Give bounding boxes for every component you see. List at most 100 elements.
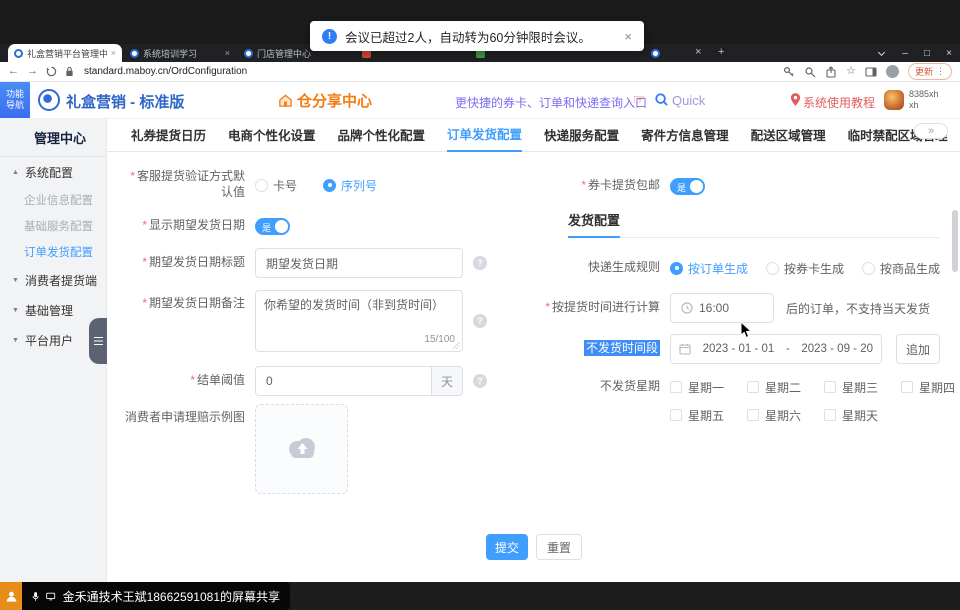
radio-icon[interactable] <box>255 179 268 192</box>
checkbox-thursday[interactable]: 星期四 <box>901 379 960 396</box>
tab-delivery-region-management[interactable]: 配送区域管理 <box>751 118 826 152</box>
browser-tab[interactable] <box>645 44 693 62</box>
browser-tab[interactable]: 系统培训学习 × <box>124 44 236 62</box>
tab-order-shipping-config[interactable]: 订单发货配置 <box>447 118 522 152</box>
urlbar-actions: ☆ 更新 ⋮ <box>783 63 952 80</box>
help-icon[interactable]: ? <box>473 374 487 388</box>
expected-date-remark-textarea[interactable]: 你希望的发货时间（非到货时间） 15/100 <box>255 290 463 352</box>
radio-by-coupon-card[interactable]: 按券卡生成 <box>766 260 844 277</box>
nav-label-line1: 功能 <box>6 89 24 100</box>
checkbox-saturday[interactable]: 星期六 <box>747 407 812 424</box>
time-picker-input[interactable]: 16:00 <box>670 293 774 323</box>
sidebar-item-basic-service[interactable]: 基础服务配置 <box>0 213 106 239</box>
help-icon[interactable]: ? <box>473 314 487 328</box>
checkbox-icon[interactable] <box>824 409 836 421</box>
bookmark-star-icon[interactable]: ☆ <box>846 66 856 77</box>
tab-overflow-button[interactable]: » <box>914 123 948 139</box>
sidebar-group-system-config[interactable]: ▲ 系统配置 <box>0 157 106 187</box>
checkbox-wednesday[interactable]: 星期三 <box>824 379 889 396</box>
settlement-threshold-input[interactable]: 0 天 <box>255 366 463 396</box>
tab-coupon-pickup-calendar[interactable]: 礼券提货日历 <box>131 118 206 152</box>
date-end[interactable]: 2023 - 09 - 20 <box>801 343 873 355</box>
refresh-icon[interactable] <box>46 66 57 77</box>
section-title: 发货配置 <box>568 210 620 238</box>
tab-close-icon[interactable]: × <box>695 46 701 58</box>
browser-url-bar: ← → standard.maboy.cn/OrdConfiguration ☆… <box>0 62 960 82</box>
user-avatar[interactable] <box>884 90 904 110</box>
window-maximize-button[interactable]: □ <box>918 44 936 62</box>
radio-checked-icon[interactable] <box>323 179 336 192</box>
checkbox-icon[interactable] <box>670 381 682 393</box>
new-tab-button[interactable]: + <box>718 46 724 58</box>
tab-ecommerce-personalization[interactable]: 电商个性化设置 <box>228 118 316 152</box>
image-upload-dropzone[interactable] <box>255 404 348 494</box>
sidebar-item-enterprise-info[interactable]: 企业信息配置 <box>0 187 106 213</box>
sidebar-item-order-shipping-config[interactable]: 订单发货配置 <box>0 239 106 265</box>
radio-checked-icon[interactable] <box>670 262 683 275</box>
radio-serial-number[interactable]: 序列号 <box>323 177 377 194</box>
radio-by-order[interactable]: 按订单生成 <box>670 260 748 277</box>
scrollbar-thumb[interactable] <box>952 210 958 272</box>
screen-icon[interactable] <box>46 591 55 602</box>
show-expected-date-toggle[interactable]: 是 <box>255 218 290 235</box>
password-key-icon[interactable] <box>783 66 795 78</box>
notification-close-icon[interactable]: × <box>624 29 632 44</box>
sidebar-group-basic-management[interactable]: ▼ 基础管理 <box>0 295 106 325</box>
tab-express-service-config[interactable]: 快递服务配置 <box>544 118 619 152</box>
user-id: 8385xh <box>909 89 939 100</box>
checkbox-icon[interactable] <box>824 381 836 393</box>
window-minimize-button[interactable]: – <box>896 44 914 62</box>
side-panel-icon[interactable] <box>865 66 877 78</box>
site-favicon <box>130 49 139 58</box>
warehouse-share-center-link[interactable]: 仓分享中心 <box>278 90 372 111</box>
more-menu-icon[interactable]: ⋮ <box>936 66 945 77</box>
checkbox-icon[interactable] <box>670 409 682 421</box>
date-range-picker[interactable]: 2023 - 01 - 01 - 2023 - 09 - 20 <box>670 334 882 364</box>
checkbox-icon[interactable] <box>901 381 913 393</box>
browser-update-button[interactable]: 更新 ⋮ <box>908 63 952 80</box>
browser-profile-avatar[interactable] <box>886 65 899 78</box>
free-shipping-toggle[interactable]: 是 <box>670 178 705 195</box>
zoom-icon[interactable] <box>804 66 816 78</box>
quick-search-label[interactable]: Quick <box>672 93 705 108</box>
microphone-icon[interactable] <box>32 590 39 603</box>
participant-badge <box>0 582 22 610</box>
forward-icon[interactable]: → <box>27 66 38 77</box>
back-icon[interactable]: ← <box>8 66 19 77</box>
share-icon[interactable] <box>825 66 837 78</box>
tab-brand-personalization[interactable]: 品牌个性化配置 <box>338 118 426 152</box>
sidebar-group-consumer-pickup[interactable]: ▼ 消费者提货端 <box>0 265 106 295</box>
window-menu-button[interactable] <box>872 44 890 62</box>
tab-close-icon[interactable]: × <box>225 48 230 58</box>
tab-sender-info-management[interactable]: 寄件方信息管理 <box>641 118 729 152</box>
checkbox-monday[interactable]: 星期一 <box>670 379 735 396</box>
tab-close-icon[interactable]: × <box>111 48 116 58</box>
checkbox-sunday[interactable]: 星期天 <box>824 407 889 424</box>
checkbox-tuesday[interactable]: 星期二 <box>747 379 812 396</box>
window-close-button[interactable]: × <box>940 44 958 62</box>
toggle-on-label: 是 <box>262 221 271 234</box>
quick-search-icon[interactable] <box>654 92 669 107</box>
append-button[interactable]: 追加 <box>896 334 940 364</box>
date-start[interactable]: 2023 - 01 - 01 <box>703 343 775 355</box>
browser-tab-active[interactable]: 礼盒营销平台管理中心 × <box>8 44 122 62</box>
show-expected-date-row: *显示期望发货日期 是 <box>119 216 290 236</box>
reset-button[interactable]: 重置 <box>536 534 582 560</box>
radio-icon[interactable] <box>766 262 779 275</box>
checkbox-friday[interactable]: 星期五 <box>670 407 735 424</box>
checkbox-label: 星期一 <box>688 379 724 396</box>
system-tutorial-link[interactable]: 系统使用教程 <box>803 94 875 111</box>
radio-by-product[interactable]: 按商品生成 <box>862 260 940 277</box>
function-nav-button[interactable]: 功能 导航 <box>0 82 30 118</box>
resize-handle-icon[interactable] <box>453 342 460 349</box>
checkbox-label: 星期六 <box>765 407 801 424</box>
checkbox-icon[interactable] <box>747 409 759 421</box>
radio-card-number[interactable]: 卡号 <box>255 177 297 194</box>
radio-icon[interactable] <box>862 262 875 275</box>
submit-button[interactable]: 提交 <box>486 534 528 560</box>
url-text[interactable]: standard.maboy.cn/OrdConfiguration <box>84 66 247 77</box>
expected-date-title-input[interactable]: 期望发货日期 <box>255 248 463 278</box>
help-icon[interactable]: ? <box>473 256 487 270</box>
checkbox-icon[interactable] <box>747 381 759 393</box>
sidebar-collapse-handle[interactable] <box>89 318 107 364</box>
